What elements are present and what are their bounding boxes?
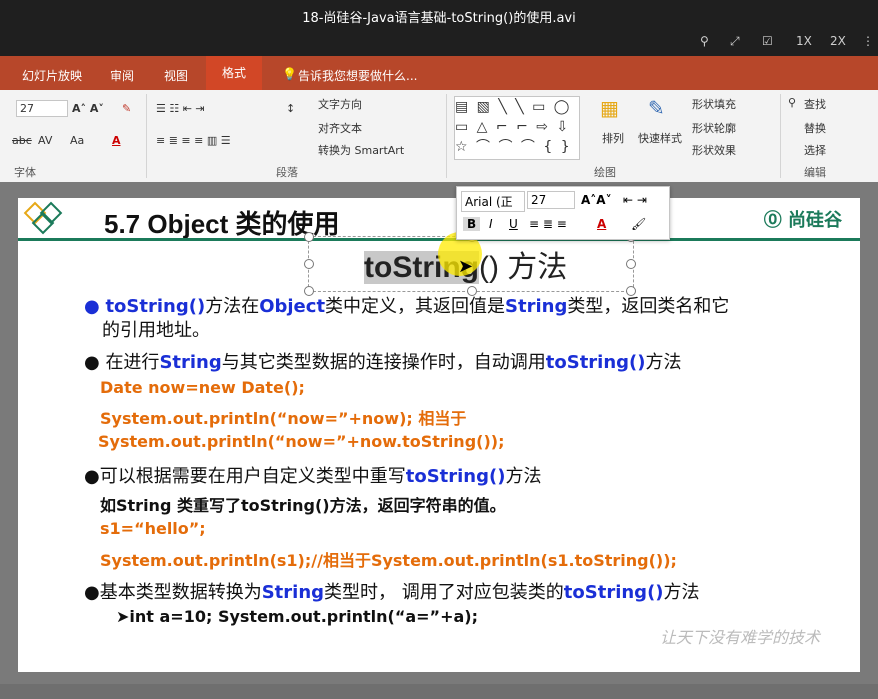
resize-handle[interactable] — [626, 259, 636, 269]
tab-view[interactable]: 视图 — [164, 67, 188, 84]
mini-font-color-icon[interactable]: A — [597, 217, 606, 231]
speed-2x-button[interactable]: 2X — [830, 34, 846, 48]
arrange-icon[interactable]: ▦ — [600, 96, 619, 120]
brand-logo-text: 尚硅谷 — [788, 210, 842, 231]
group-label-editing: 编辑 — [804, 166, 826, 179]
bullet-2: ● 在进行String与其它类型数据的连接操作时，自动调用toString()方… — [84, 352, 682, 373]
font-size-select[interactable]: 27 — [16, 100, 68, 117]
subtitle-rest: () 方法 — [478, 251, 568, 284]
tab-format[interactable]: 格式 — [206, 56, 263, 90]
bullet-4: ●基本类型数据转换为String类型时， 调用了对应包装类的toString()… — [84, 582, 700, 603]
lightbulb-icon: 💡 — [282, 67, 297, 81]
shapes-gallery[interactable]: ▤ ▧ ╲ ╲ ▭ ◯ ▭ △ ⌐ ⌐ ⇨ ⇩ ☆ ⌒ ⌒ ⌒ { } — [454, 96, 580, 160]
arrange-button[interactable]: 排列 — [602, 130, 624, 146]
font-color-icon[interactable]: A — [112, 134, 121, 147]
ribbon-tabs: 幻灯片放映 审阅 视图 格式 💡 告诉我您想要做什么... — [0, 56, 878, 90]
brand-logo: ⓪ 尚硅谷 — [763, 210, 842, 231]
mouse-cursor-icon: ➤ — [458, 256, 474, 277]
mini-font-size[interactable]: 27 — [527, 191, 575, 209]
tab-review[interactable]: 审阅 — [110, 67, 134, 84]
separator — [146, 94, 147, 178]
slide: 5.7 Object 类的使用 ⓪ 尚硅谷 toString() 方法 ● to… — [18, 198, 860, 672]
underline-button[interactable]: U — [509, 217, 518, 231]
bullets-icon[interactable]: ☰ ☷ ⇤ ⇥ — [156, 102, 205, 115]
speed-1x-button[interactable]: 1X — [796, 34, 812, 48]
char-spacing-icon[interactable]: AV — [38, 134, 52, 147]
bullet-4-sub: ➤int a=10; System.out.println(“a=”+a); — [116, 607, 478, 626]
grow-font-icon[interactable]: A˄ A˅ — [72, 102, 104, 115]
mini-toolbar: Arial (正 27 A˄A˅ ⇤ ⇥ B I U ≡ ≣ ≡ A 🖌 — [456, 186, 670, 240]
separator — [780, 94, 781, 178]
status-bar — [0, 684, 878, 699]
window-titlebar: 18-尚硅谷-Java语言基础-toString()的使用.avi — [0, 0, 878, 30]
code-line-3: System.out.println(“now=”+now.toString()… — [98, 432, 505, 451]
quick-styles-button[interactable]: 快速样式 — [638, 130, 682, 146]
line-spacing-icon[interactable]: ↕ — [286, 102, 295, 115]
mini-grow-font-icon[interactable]: A˄A˅ — [581, 193, 612, 207]
more-icon[interactable]: ⋮ — [862, 34, 874, 48]
replace-button[interactable]: 替换 — [804, 120, 826, 136]
resize-handle[interactable] — [304, 232, 314, 242]
code-line-2: System.out.println(“now=”+now); 相当于 — [100, 409, 467, 428]
separator — [446, 94, 447, 178]
strikethrough-icon[interactable]: abc — [12, 134, 32, 147]
shape-effects-button[interactable]: 形状效果 — [692, 142, 736, 158]
mini-font-name[interactable]: Arial (正 — [461, 191, 525, 212]
tab-slideshow[interactable]: 幻灯片放映 — [22, 67, 82, 84]
ribbon: 27 A˄ A˅ ✎ abc AV Aa A 字体 ☰ ☷ ⇤ ⇥ ↕ ≡ ≣ … — [0, 90, 878, 183]
player-controls: ⚲ ⤢ ☑ 1X 2X ⋮ — [0, 30, 878, 56]
align-text-button[interactable]: 对齐文本 — [318, 120, 362, 136]
bullet-1: ● toString()方法在Object类中定义，其返回值是String类型，… — [84, 296, 730, 317]
screenshot-icon[interactable]: ☑ — [762, 34, 773, 48]
text-direction-button[interactable]: 文字方向 — [318, 96, 362, 112]
format-painter-icon[interactable]: 🖌 — [631, 217, 646, 231]
code-line-4: s1=“hello”; — [100, 519, 206, 538]
group-label-drawing: 绘图 — [594, 166, 616, 179]
bullet-3-sub: 如String 类重写了toString()方法，返回字符串的值。 — [100, 496, 506, 515]
group-label-paragraph: 段落 — [276, 166, 298, 179]
find-icon[interactable]: ⚲ — [788, 96, 796, 109]
group-label-font: 字体 — [14, 166, 36, 179]
resize-handle[interactable] — [304, 259, 314, 269]
change-case-icon[interactable]: Aa — [70, 134, 84, 147]
find-button[interactable]: 查找 — [804, 96, 826, 112]
convert-smartart-button[interactable]: 转换为 SmartArt — [318, 142, 404, 158]
bold-button[interactable]: B — [463, 217, 481, 231]
window-title: 18-尚硅谷-Java语言基础-toString()的使用.avi — [302, 11, 576, 26]
fullscreen-icon[interactable]: ⤢ — [730, 34, 740, 49]
italic-button[interactable]: I — [489, 217, 493, 231]
watermark: 让天下没有难学的技术 — [659, 628, 820, 647]
pin-icon[interactable]: ⚲ — [700, 34, 709, 48]
align-icons-mini[interactable]: ≡ ≣ ≡ — [529, 217, 567, 231]
code-line-5: System.out.println(s1);//相当于System.out.p… — [100, 551, 677, 570]
slide-logo-diamonds — [23, 201, 63, 235]
shape-fill-button[interactable]: 形状填充 — [692, 96, 736, 112]
code-line-1: Date now=new Date(); — [100, 378, 305, 397]
quick-styles-icon[interactable]: ✎ — [648, 96, 665, 120]
mini-indent-icon[interactable]: ⇤ ⇥ — [623, 193, 647, 207]
align-icons[interactable]: ≡ ≣ ≡ ≡ ▥ ☰ — [156, 134, 231, 147]
select-button[interactable]: 选择 — [804, 142, 826, 158]
bullet-3: ●可以根据需要在用户自定义类型中重写toString()方法 — [84, 466, 542, 487]
tell-me-input[interactable]: 告诉我您想要做什么... — [298, 67, 417, 84]
bullet-1-cont: 的引用地址。 — [102, 320, 210, 341]
clear-format-icon[interactable]: ✎ — [122, 102, 131, 115]
shape-outline-button[interactable]: 形状轮廓 — [692, 120, 736, 136]
